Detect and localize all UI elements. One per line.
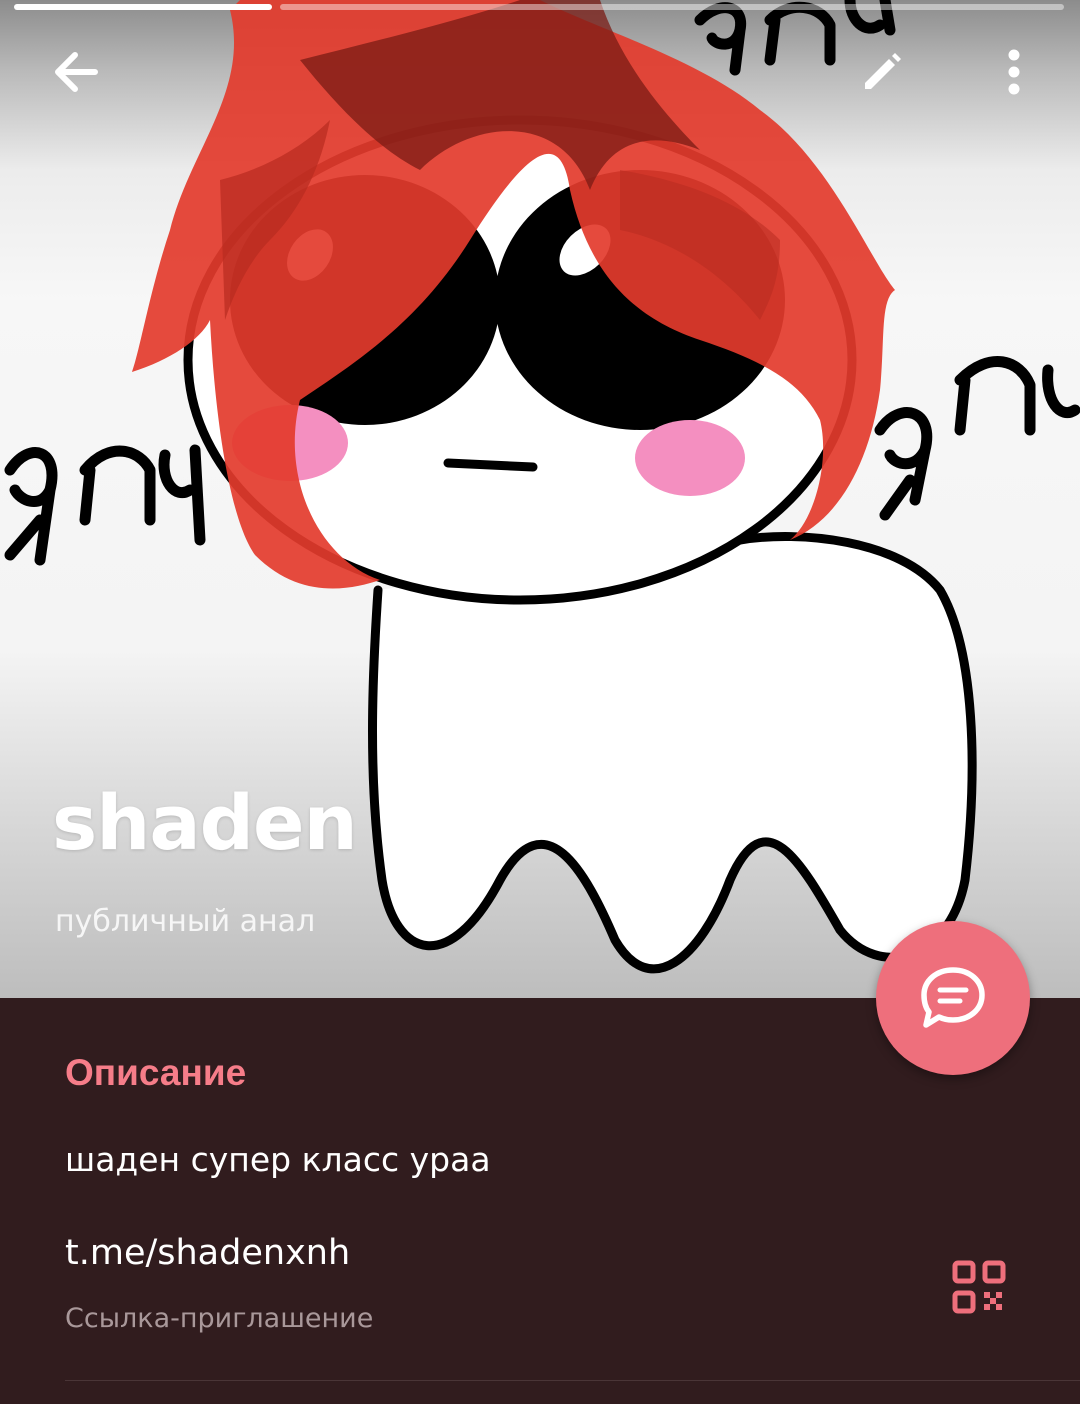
story-progress-pending [280,4,1064,10]
invite-link[interactable]: t.me/shadenxnh [65,1233,350,1273]
edit-button[interactable] [842,32,922,112]
profile-header: shaden публичный анал [0,0,1080,998]
channel-title: shaden [52,778,358,867]
channel-subtitle: публичный анал [55,904,316,939]
pencil-icon [865,53,901,89]
section-divider [65,1380,1080,1381]
open-chat-button[interactable] [876,921,1030,1075]
invite-link-caption: Ссылка-приглашение [65,1303,374,1334]
qr-code-icon [952,1260,1006,1314]
more-options-button[interactable] [974,32,1054,112]
more-vertical-icon [1008,49,1020,95]
description-header: Описание [65,1052,247,1093]
chat-bubble-icon [921,967,985,1028]
qr-code-button[interactable] [950,1258,1010,1318]
story-progress-active [14,4,272,10]
arrow-left-icon [55,52,98,92]
description-text: шаден супер класс ураа [65,1140,491,1179]
back-button[interactable] [36,32,116,112]
